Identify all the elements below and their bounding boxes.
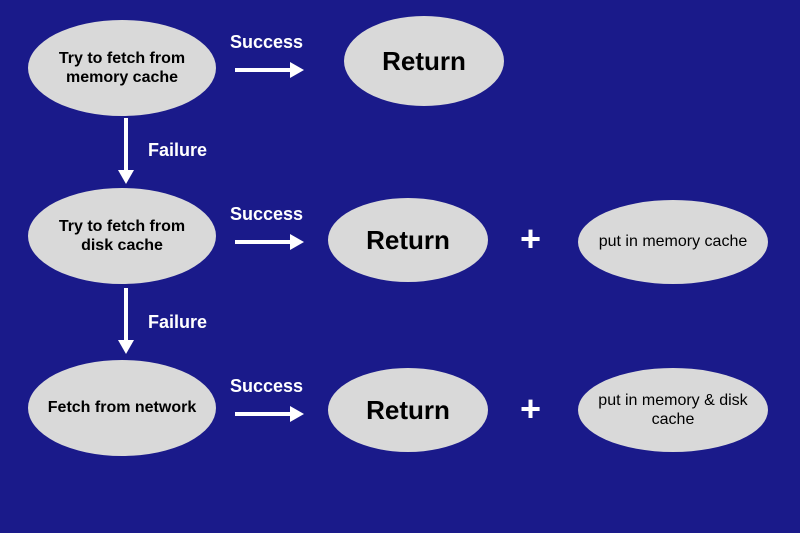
label-success-3: Success [230,376,303,397]
node-return-3: Return [328,368,488,452]
label-success-2: Success [230,204,303,225]
label-success-1: Success [230,32,303,53]
plus-icon: + [520,388,541,430]
node-memory-cache: Try to fetch from memory cache [28,20,216,116]
node-return-1: Return [344,16,504,106]
label-failure-1: Failure [148,140,207,161]
plus-icon: + [520,218,541,260]
node-disk-cache: Try to fetch from disk cache [28,188,216,284]
label-failure-2: Failure [148,312,207,333]
node-put-memory: put in memory cache [578,200,768,284]
node-network: Fetch from network [28,360,216,456]
diagram-stage: Try to fetch from memory cache Success R… [0,0,800,533]
node-return-2: Return [328,198,488,282]
node-put-memory-disk: put in memory & disk cache [578,368,768,452]
